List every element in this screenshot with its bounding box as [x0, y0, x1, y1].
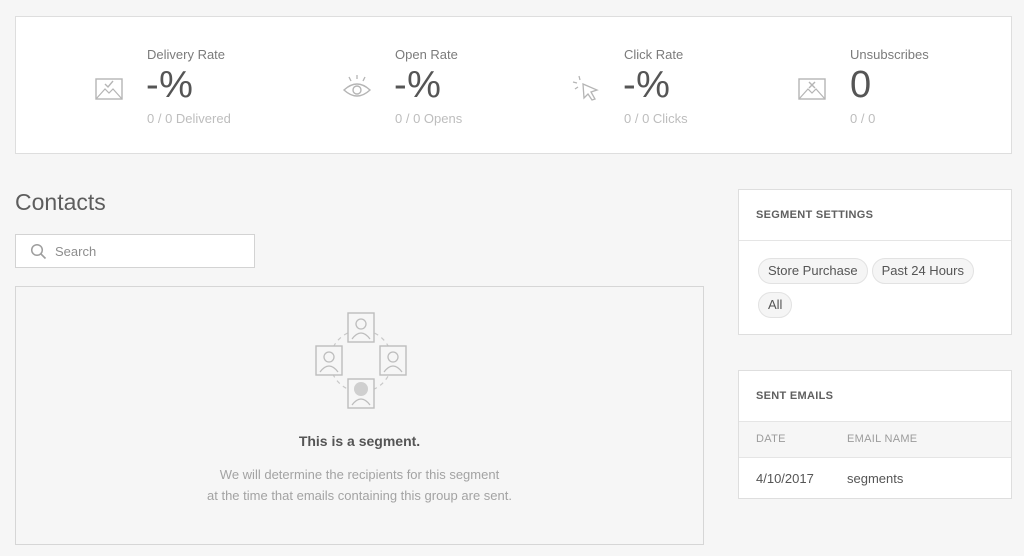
empty-state-title: This is a segment.	[298, 433, 421, 449]
segment-tags: Store Purchase Past 24 Hours All	[739, 241, 1011, 326]
empty-state-description: We will determine the recipients for thi…	[16, 464, 703, 506]
stat-sub: 0 / 0 Delivered	[147, 111, 231, 126]
column-header-date: DATE	[739, 422, 847, 458]
email-date: 4/10/2017	[756, 470, 814, 486]
stat-label: Delivery Rate	[147, 47, 226, 62]
stat-open-rate: Open Rate -% 0 / 0 Opens	[342, 17, 562, 153]
table-header-row: DATE EMAIL NAME	[739, 422, 1011, 458]
table-row[interactable]: 4/10/2017 segments	[739, 457, 1011, 499]
unsubscribe-envelope-icon	[798, 78, 826, 100]
search-box	[15, 234, 255, 268]
email-name-link[interactable]: segments	[847, 457, 1011, 499]
stat-sub: 0 / 0 Opens	[395, 111, 463, 126]
segment-empty-state: This is a segment. We will determine the…	[15, 286, 704, 545]
sent-emails-heading: SENT EMAILS	[739, 371, 1011, 422]
contacts-group-illustration	[315, 312, 407, 409]
stat-sub: 0 / 0	[850, 111, 876, 126]
stat-value: 0	[850, 64, 872, 106]
stat-value: -%	[623, 64, 671, 106]
search-icon	[30, 243, 47, 260]
sent-emails-table: DATE EMAIL NAME 4/10/2017 segments	[739, 422, 1011, 499]
stats-bar: Delivery Rate -% 0 / 0 Delivered Open Ra…	[15, 16, 1012, 154]
stat-value: -%	[394, 64, 442, 106]
sent-emails-panel: SENT EMAILS DATE EMAIL NAME 4/10/2017 se…	[738, 370, 1012, 499]
stat-delivery-rate: Delivery Rate -% 0 / 0 Delivered	[94, 17, 314, 153]
segment-settings-heading: SEGMENT SETTINGS	[739, 190, 1011, 241]
segment-tag[interactable]: All	[758, 292, 793, 318]
column-header-email-name: EMAIL NAME	[847, 422, 1011, 458]
cursor-click-icon	[572, 75, 599, 101]
segment-tag[interactable]: Past 24 Hours	[871, 258, 974, 284]
empty-state-line: We will determine the recipients for thi…	[219, 467, 500, 482]
stat-sub: 0 / 0 Clicks	[624, 111, 688, 126]
contacts-title: Contacts	[15, 189, 106, 215]
delivered-envelope-icon	[95, 78, 123, 100]
segment-tag[interactable]: Store Purchase	[758, 258, 868, 284]
stat-label: Open Rate	[395, 47, 458, 62]
empty-state-line: at the time that emails containing this …	[207, 488, 512, 503]
segment-settings-panel: SEGMENT SETTINGS Store Purchase Past 24 H…	[738, 189, 1012, 335]
search-input[interactable]	[55, 235, 250, 267]
stat-label: Unsubscribes	[850, 47, 929, 62]
stat-label: Click Rate	[624, 47, 684, 62]
stat-unsubscribes: Unsubscribes 0 0 / 0	[797, 17, 997, 153]
eye-icon	[342, 75, 372, 97]
stat-click-rate: Click Rate -% 0 / 0 Clicks	[571, 17, 791, 153]
stat-value: -%	[146, 64, 194, 106]
